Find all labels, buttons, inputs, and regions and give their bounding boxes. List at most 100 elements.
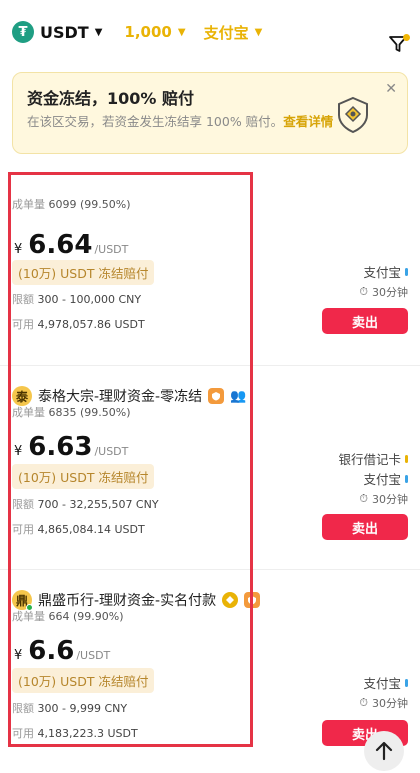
payment-time-value: 30分钟	[372, 697, 408, 710]
users-icon: 👥	[230, 388, 247, 404]
bank-card-marker	[405, 454, 408, 463]
limit-label: 限额	[12, 293, 34, 306]
payment-selector[interactable]: 支付宝 ▼	[204, 22, 263, 43]
price-unit: /USDT	[94, 243, 129, 256]
price-unit: /USDT	[94, 445, 129, 458]
scroll-to-top-button[interactable]	[364, 731, 404, 771]
orders-label: 成单量	[12, 198, 45, 211]
available-row: 可用 4,865,084.14 USDT	[12, 521, 145, 537]
avatar: 鼎	[12, 590, 33, 611]
listing-item: 成单量 6099 (99.50%) ¥ 6.64 /USDT (10万) USD…	[0, 162, 420, 366]
orders-value: 6835 (99.50%)	[48, 406, 131, 419]
payment-method: 支付宝	[363, 262, 408, 281]
merchant-header[interactable]: 泰 泰格大宗-理财资金-零冻结 👥	[12, 386, 246, 406]
payment-method-label: 支付宝	[363, 265, 401, 280]
banner-description: 在该区交易，若资金发生冻结享 100% 赔付。	[27, 114, 284, 129]
limit-row: 限额 700 - 32,255,507 CNY	[12, 496, 159, 512]
price: ¥ 6.6 /USDT	[14, 636, 110, 666]
orders-count: 成单量 6835 (99.50%)	[12, 404, 131, 420]
payment-time: ⏱ 30分钟	[359, 695, 408, 711]
orders-value: 664 (99.90%)	[48, 610, 124, 623]
guarantee-tag: (10万) USDT 冻结赔付	[12, 464, 155, 489]
available-value: 4,865,084.14 USDT	[37, 523, 145, 536]
limit-label: 限额	[12, 702, 34, 715]
guarantee-banner: 资金冻结，100% 赔付 在该区交易，若资金发生冻结享 100% 赔付。查看详情…	[12, 72, 408, 154]
price-value: 6.64	[28, 230, 93, 260]
payment-label: 支付宝	[203, 23, 249, 42]
guarantee-tag: (10万) USDT 冻结赔付	[12, 668, 155, 693]
banner-details-link[interactable]: 查看详情	[283, 114, 333, 129]
verified-badge-icon	[222, 592, 239, 608]
payment-method-label: 支付宝	[363, 676, 401, 691]
clock-icon: ⏱	[359, 696, 368, 709]
listing-item: 泰 泰格大宗-理财资金-零冻结 👥 成单量 6835 (99.50%) ¥ 6.…	[0, 366, 420, 570]
limit-row: 限额 300 - 100,000 CNY	[12, 291, 141, 307]
price-value: 6.6	[28, 636, 75, 666]
payment-method: 支付宝	[363, 469, 408, 488]
payment-method: 支付宝	[363, 673, 408, 692]
available-value: 4,183,223.3 USDT	[37, 727, 138, 740]
amount-label: 1,000	[124, 23, 172, 41]
orders-label: 成单量	[12, 610, 45, 623]
coin-selector[interactable]: ₮ USDT ▼	[12, 21, 102, 43]
clock-icon: ⏱	[359, 492, 368, 505]
guarantee-tag: (10万) USDT 冻结赔付	[12, 260, 155, 285]
coin-label: USDT	[40, 22, 89, 42]
payment-time: ⏱ 30分钟	[359, 491, 408, 507]
currency-symbol: ¥	[14, 648, 23, 663]
amount-selector[interactable]: 1,000 ▼	[124, 23, 185, 41]
shield-badge-icon	[208, 388, 225, 404]
avatar: 泰	[12, 386, 32, 406]
limit-value: 300 - 100,000 CNY	[37, 293, 142, 306]
chevron-down-icon: ▼	[254, 26, 263, 38]
shield-icon	[338, 96, 368, 134]
listing-item: 鼎 鼎盛币行-理财资金-实名付款 成单量 664 (99.90%) ¥ 6.6 …	[0, 570, 420, 773]
payment-time-value: 30分钟	[372, 493, 408, 506]
filter-bar: ₮ USDT ▼ 1,000 ▼ 支付宝 ▼	[0, 0, 420, 64]
available-value: 4,978,057.86 USDT	[37, 318, 145, 331]
price: ¥ 6.63 /USDT	[14, 432, 128, 462]
available-label: 可用	[12, 523, 34, 536]
available-row: 可用 4,978,057.86 USDT	[12, 316, 145, 332]
payment-method: 银行借记卡	[338, 449, 408, 468]
limit-value: 700 - 32,255,507 CNY	[37, 498, 159, 511]
sell-button[interactable]: 卖出	[322, 514, 408, 540]
arrow-up-icon	[375, 741, 393, 761]
payment-time-value: 30分钟	[372, 286, 408, 299]
available-label: 可用	[12, 318, 34, 331]
filter-active-dot	[403, 34, 410, 41]
banner-text: 在该区交易，若资金发生冻结享 100% 赔付。查看详情	[27, 113, 337, 131]
tether-icon: ₮	[12, 21, 34, 43]
price-value: 6.63	[28, 432, 93, 462]
price: ¥ 6.64 /USDT	[14, 230, 128, 260]
price-unit: /USDT	[76, 649, 111, 662]
close-icon[interactable]: ✕	[385, 81, 397, 97]
payment-method-label: 银行借记卡	[338, 452, 401, 467]
orders-label: 成单量	[12, 406, 45, 419]
available-row: 可用 4,183,223.3 USDT	[12, 725, 138, 741]
merchant-header[interactable]: 鼎 鼎盛币行-理财资金-实名付款	[12, 590, 261, 611]
orders-count: 成单量 664 (99.90%)	[12, 608, 124, 624]
payment-method-label: 支付宝	[363, 472, 401, 487]
chevron-down-icon: ▼	[94, 26, 103, 38]
chevron-down-icon: ▼	[177, 26, 186, 38]
orders-count: 成单量 6099 (99.50%)	[12, 196, 131, 212]
payment-time: ⏱ 30分钟	[359, 284, 408, 300]
clock-icon: ⏱	[359, 285, 368, 298]
shield-badge-icon	[244, 592, 261, 608]
currency-symbol: ¥	[14, 242, 23, 257]
orders-value: 6099 (99.50%)	[48, 198, 131, 211]
available-label: 可用	[12, 727, 34, 740]
alipay-marker	[405, 678, 408, 687]
listing-list: 成单量 6099 (99.50%) ¥ 6.64 /USDT (10万) USD…	[0, 162, 420, 773]
limit-row: 限额 300 - 9,999 CNY	[12, 700, 127, 716]
merchant-name: 鼎盛币行-理财资金-实名付款	[38, 593, 217, 609]
avatar-initial: 泰	[15, 389, 28, 404]
alipay-marker	[405, 474, 408, 483]
sell-button[interactable]: 卖出	[322, 308, 408, 334]
currency-symbol: ¥	[14, 444, 23, 459]
limit-label: 限额	[12, 498, 34, 511]
limit-value: 300 - 9,999 CNY	[37, 702, 128, 715]
alipay-marker	[405, 267, 408, 276]
merchant-name: 泰格大宗-理财资金-零冻结	[38, 389, 203, 405]
